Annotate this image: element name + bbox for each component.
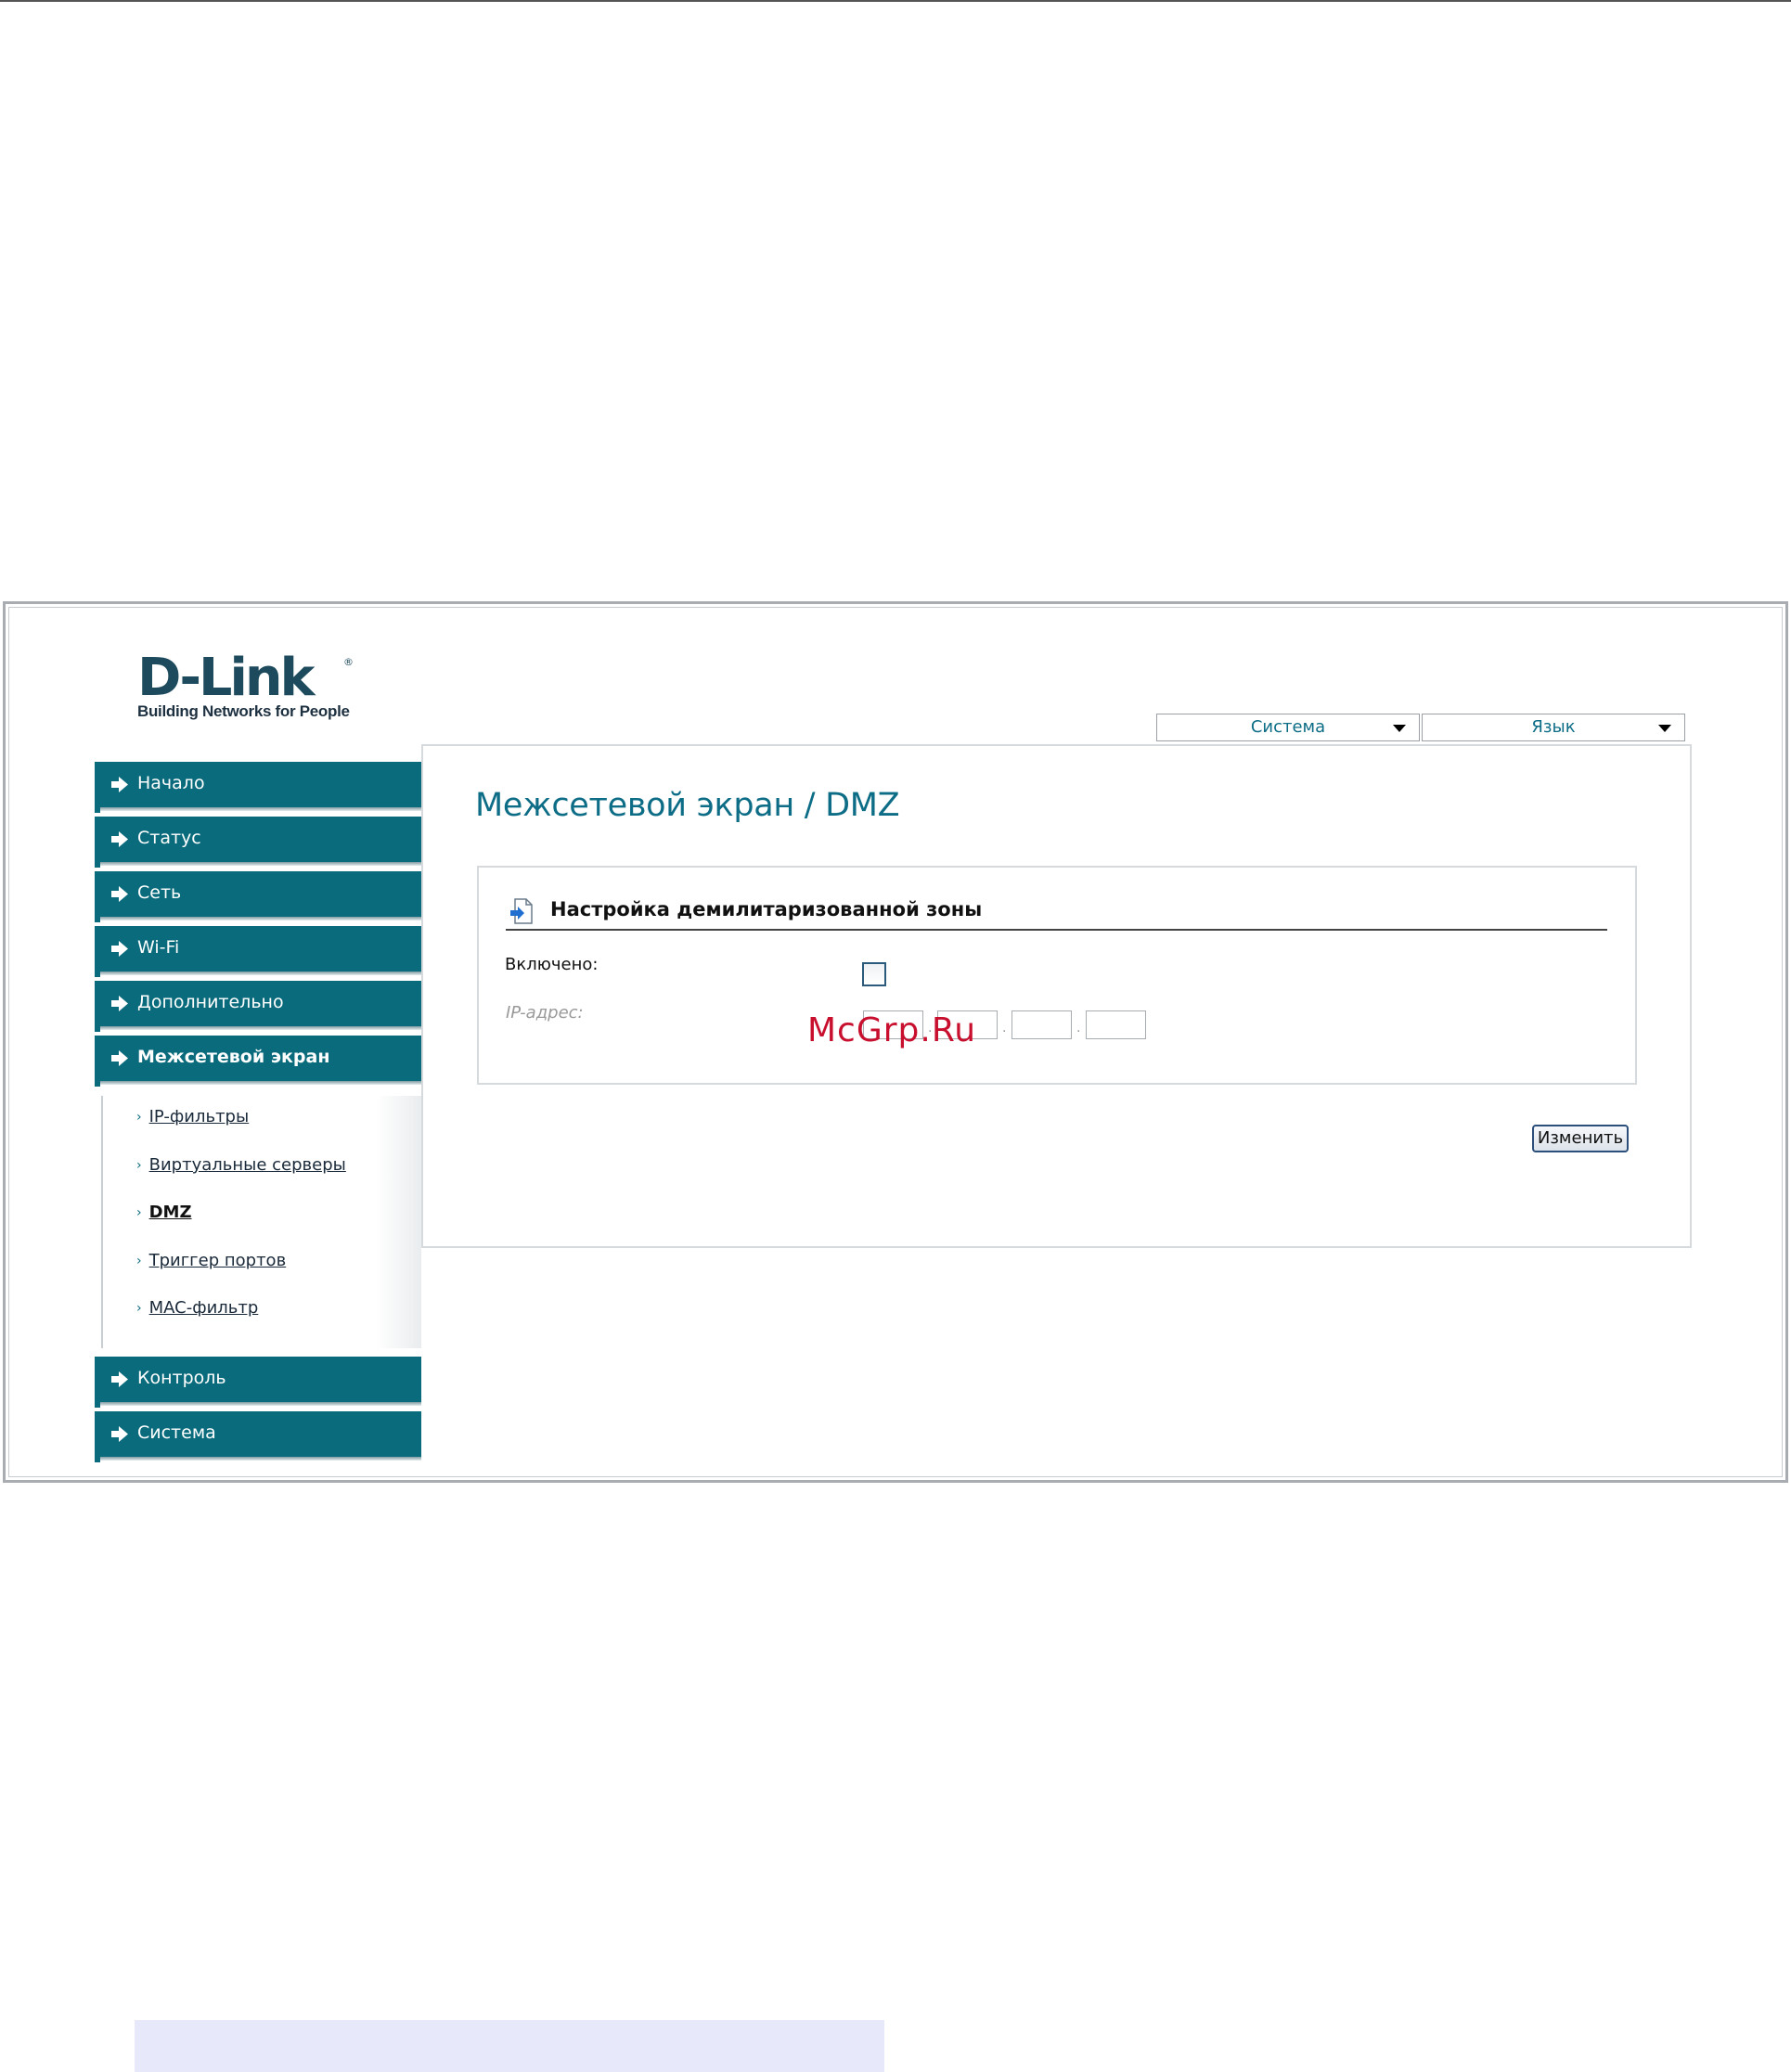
sidebar-item-label: Сеть	[137, 882, 182, 903]
chevron-right-icon: ›	[136, 1110, 142, 1125]
sidebar-item-label: Контроль	[137, 1368, 226, 1388]
section-divider	[506, 929, 1607, 931]
enabled-label: Включено:	[505, 955, 599, 974]
submenu-item-virtual-servers[interactable]: › Виртуальные серверы	[136, 1155, 346, 1175]
sidebar-item-label: Wi-Fi	[137, 937, 180, 958]
system-menu-dropdown[interactable]: Система	[1156, 714, 1420, 741]
chevron-down-icon	[1658, 725, 1671, 732]
ip-address-label: IP-адрес:	[506, 1003, 584, 1023]
arrow-right-icon	[111, 777, 128, 792]
arrow-right-icon	[111, 1050, 128, 1066]
arrow-right-icon	[111, 831, 128, 847]
sidebar-item-status[interactable]: Статус	[95, 817, 421, 868]
language-menu-dropdown[interactable]: Язык	[1422, 714, 1685, 741]
arrow-right-icon	[111, 941, 128, 957]
document-arrow-icon	[510, 898, 533, 924]
sidebar-item-label: Межсетевой экран	[137, 1047, 330, 1067]
ip-dot-separator: .	[1002, 1021, 1007, 1036]
change-button[interactable]: Изменить	[1532, 1125, 1629, 1152]
ip-octet-4-input[interactable]	[1086, 1010, 1146, 1039]
chevron-right-icon: ›	[136, 1301, 142, 1316]
sidebar-item-firewall[interactable]: Межсетевой экран	[95, 1036, 421, 1087]
sidebar-item-label: Система	[137, 1422, 216, 1443]
arrow-right-icon	[111, 1426, 128, 1442]
ip-octet-3-input[interactable]	[1011, 1010, 1072, 1039]
top-rule	[0, 0, 1791, 2]
sidebar-item-wifi[interactable]: Wi-Fi	[95, 926, 421, 977]
sidebar-item-label: Начало	[137, 773, 205, 793]
sidebar-item-advanced[interactable]: Дополнительно	[95, 981, 421, 1032]
arrow-right-icon	[111, 886, 128, 902]
submenu-item-ip-filters[interactable]: › IP-фильтры	[136, 1107, 249, 1126]
section-title: Настройка демилитаризованной зоны	[550, 898, 983, 920]
chevron-right-icon: ›	[136, 1254, 142, 1268]
arrow-right-icon	[111, 996, 128, 1011]
arrow-right-icon	[111, 1371, 128, 1387]
submenu-item-mac-filter[interactable]: › MAC-фильтр	[136, 1298, 258, 1318]
language-menu-label: Язык	[1531, 717, 1576, 737]
chevron-right-icon: ›	[136, 1205, 142, 1220]
sidebar-item-label: Дополнительно	[137, 992, 284, 1012]
submenu-item-port-trigger[interactable]: › Триггер портов	[136, 1251, 286, 1270]
enabled-checkbox[interactable]	[862, 962, 886, 986]
caption-highlight-box	[135, 2020, 884, 2072]
chevron-right-icon: ›	[136, 1158, 142, 1173]
sidebar-item-label: Статус	[137, 828, 201, 848]
submenu-item-dmz[interactable]: › DMZ	[136, 1203, 192, 1222]
logo-wordmark: D-Link	[137, 648, 316, 708]
ip-dot-separator: .	[1076, 1021, 1081, 1036]
chevron-down-icon	[1393, 725, 1406, 732]
sidebar-item-home[interactable]: Начало	[95, 762, 421, 813]
page-title: Межсетевой экран / DMZ	[475, 787, 900, 824]
sidebar-item-network[interactable]: Сеть	[95, 871, 421, 922]
watermark: McGrp.Ru	[807, 1011, 977, 1049]
system-menu-label: Система	[1250, 717, 1326, 737]
sidebar-item-system[interactable]: Система	[95, 1411, 421, 1462]
dlink-logo: D-Link ® Building Networks for People	[137, 652, 416, 721]
logo-registered-mark: ®	[343, 656, 354, 668]
sidebar-item-control[interactable]: Контроль	[95, 1357, 421, 1408]
